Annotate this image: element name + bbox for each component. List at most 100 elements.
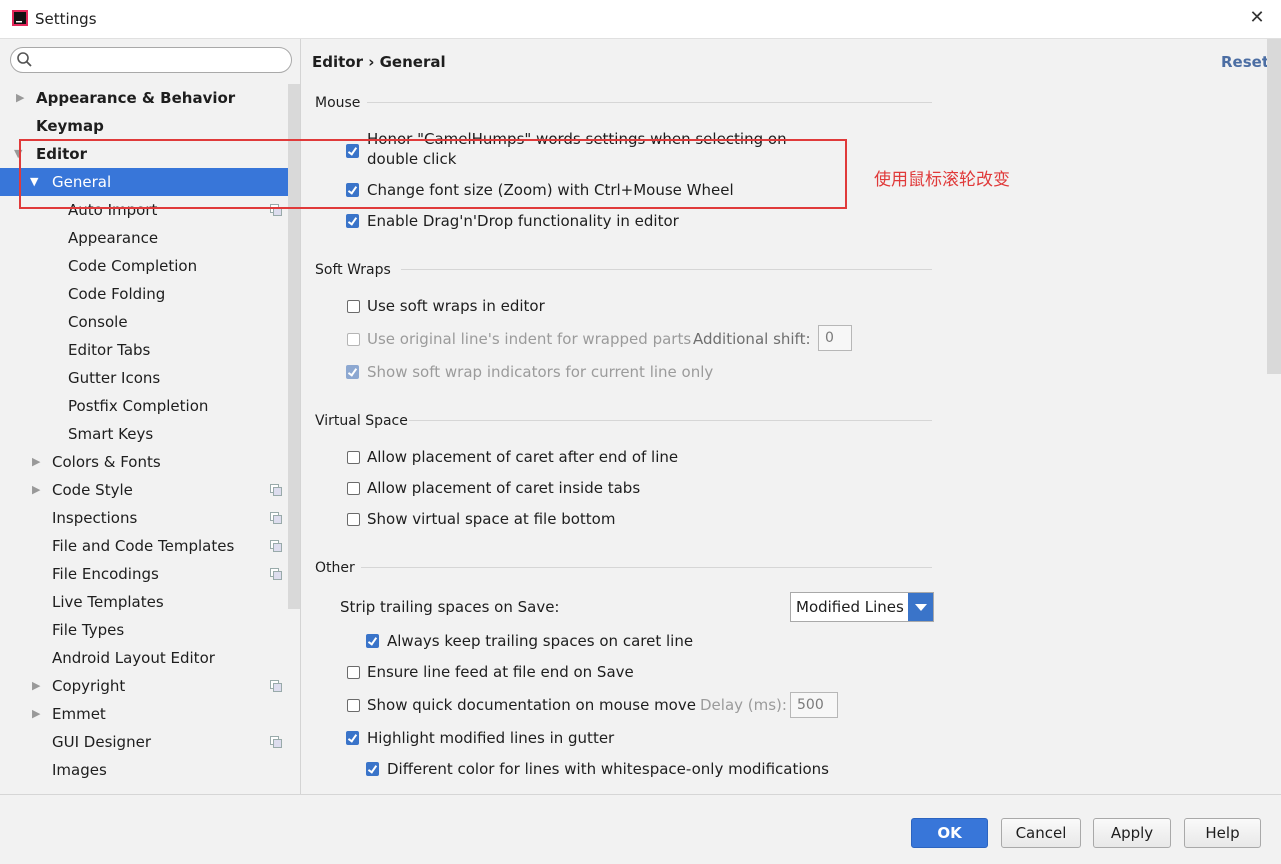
virtual-space-bottom-label: Show virtual space at file bottom bbox=[367, 510, 616, 528]
drag-drop-checkbox[interactable] bbox=[346, 214, 359, 228]
app-icon bbox=[12, 10, 28, 26]
line-feed-label: Ensure line feed at file end on Save bbox=[367, 663, 634, 681]
content-scrollbar[interactable] bbox=[1267, 39, 1281, 374]
sidebar-item-emmet[interactable]: ▶ Emmet bbox=[0, 700, 288, 728]
chevron-right-icon: ▶ bbox=[32, 679, 41, 692]
strip-trailing-value: Modified Lines bbox=[796, 598, 904, 616]
search-input[interactable] bbox=[10, 47, 292, 73]
window-title: Settings bbox=[35, 10, 97, 28]
sidebar-item-general[interactable]: ▼ General bbox=[0, 168, 300, 196]
copy-settings-icon bbox=[270, 204, 282, 216]
reset-link[interactable]: Reset bbox=[1221, 53, 1269, 71]
copy-settings-icon bbox=[270, 540, 282, 552]
wrap-indicators-label: Show soft wrap indicators for current li… bbox=[367, 363, 714, 381]
caret-after-end-label: Allow placement of caret after end of li… bbox=[367, 448, 679, 466]
sidebar-item-editor-tabs[interactable]: Editor Tabs bbox=[0, 336, 288, 364]
camelhumps-checkbox[interactable] bbox=[346, 144, 359, 158]
caret-inside-tabs-checkbox[interactable] bbox=[347, 482, 360, 495]
original-indent-label: Use original line's indent for wrapped p… bbox=[367, 330, 692, 348]
settings-content: Editor › General Reset Mouse Honor "Came… bbox=[301, 39, 1281, 794]
help-button[interactable]: Help bbox=[1184, 818, 1261, 848]
breadcrumb: Editor › General bbox=[312, 53, 446, 71]
sidebar-item-editor[interactable]: ▼ Editor bbox=[0, 140, 288, 168]
zoom-checkbox[interactable] bbox=[346, 183, 359, 197]
chevron-right-icon: ▶ bbox=[32, 483, 41, 496]
zoom-label: Change font size (Zoom) with Ctrl+Mouse … bbox=[367, 181, 734, 199]
delay-field[interactable]: 500 bbox=[790, 692, 838, 718]
sidebar-item-file-encodings[interactable]: File Encodings bbox=[0, 560, 288, 588]
ok-button[interactable]: OK bbox=[911, 818, 988, 848]
divider bbox=[361, 567, 932, 568]
delay-label: Delay (ms): bbox=[700, 696, 787, 714]
copy-settings-icon bbox=[270, 568, 282, 580]
sidebar-item-appearance-behavior[interactable]: ▶ Appearance & Behavior bbox=[0, 84, 288, 112]
annotation-text: 使用鼠标滚轮改变 bbox=[874, 170, 1010, 190]
highlight-modified-checkbox[interactable] bbox=[346, 731, 359, 745]
soft-wraps-checkbox[interactable] bbox=[347, 300, 360, 313]
chevron-right-icon: ▶ bbox=[32, 455, 41, 468]
copy-settings-icon bbox=[270, 512, 282, 524]
chevron-down-icon bbox=[908, 593, 933, 621]
whitespace-color-label: Different color for lines with whitespac… bbox=[387, 760, 830, 778]
sidebar-scrollbar[interactable] bbox=[288, 84, 300, 609]
sidebar-item-console[interactable]: Console bbox=[0, 308, 288, 336]
wrap-indicators-checkbox[interactable] bbox=[346, 365, 359, 379]
sidebar-item-copyright[interactable]: ▶ Copyright bbox=[0, 672, 288, 700]
section-title-other: Other bbox=[315, 560, 355, 576]
chevron-right-icon: ▶ bbox=[16, 91, 25, 104]
settings-sidebar: ▶ Appearance & Behavior Keymap ▼ Editor … bbox=[0, 39, 301, 794]
sidebar-item-gutter-icons[interactable]: Gutter Icons bbox=[0, 364, 288, 392]
strip-trailing-label: Strip trailing spaces on Save: bbox=[340, 598, 560, 616]
sidebar-item-auto-import[interactable]: Auto Import bbox=[0, 196, 288, 224]
sidebar-item-inspections[interactable]: Inspections bbox=[0, 504, 288, 532]
chevron-down-icon: ▼ bbox=[30, 175, 39, 188]
sidebar-item-code-folding[interactable]: Code Folding bbox=[0, 280, 288, 308]
sidebar-item-postfix-completion[interactable]: Postfix Completion bbox=[0, 392, 288, 420]
line-feed-checkbox[interactable] bbox=[347, 666, 360, 679]
copy-settings-icon bbox=[270, 680, 282, 692]
divider bbox=[409, 420, 932, 421]
sidebar-item-appearance[interactable]: Appearance bbox=[0, 224, 288, 252]
copy-settings-icon bbox=[270, 736, 282, 748]
strip-trailing-select[interactable]: Modified Lines bbox=[790, 592, 934, 622]
additional-shift-label: Additional shift: bbox=[693, 330, 811, 348]
caret-inside-tabs-label: Allow placement of caret inside tabs bbox=[367, 479, 641, 497]
sidebar-item-smart-keys[interactable]: Smart Keys bbox=[0, 420, 288, 448]
quick-doc-checkbox[interactable] bbox=[347, 699, 360, 712]
drag-drop-label: Enable Drag'n'Drop functionality in edit… bbox=[367, 212, 679, 230]
sidebar-item-code-style[interactable]: ▶ Code Style bbox=[0, 476, 288, 504]
search-icon bbox=[17, 52, 32, 67]
caret-after-end-checkbox[interactable] bbox=[347, 451, 360, 464]
keep-trailing-checkbox[interactable] bbox=[366, 634, 379, 648]
apply-button[interactable]: Apply bbox=[1093, 818, 1171, 848]
chevron-right-icon: ▶ bbox=[32, 707, 41, 720]
sidebar-item-colors-fonts[interactable]: ▶ Colors & Fonts bbox=[0, 448, 288, 476]
sidebar-item-android-layout-editor[interactable]: Android Layout Editor bbox=[0, 644, 288, 672]
sidebar-item-code-completion[interactable]: Code Completion bbox=[0, 252, 288, 280]
dialog-footer: OK Cancel Apply Help bbox=[0, 794, 1281, 864]
close-icon[interactable]: ✕ bbox=[1247, 8, 1267, 28]
divider bbox=[367, 102, 932, 103]
whitespace-color-checkbox[interactable] bbox=[366, 762, 379, 776]
title-bar: Settings ✕ bbox=[0, 0, 1281, 39]
virtual-space-bottom-checkbox[interactable] bbox=[347, 513, 360, 526]
cancel-button[interactable]: Cancel bbox=[1001, 818, 1081, 848]
section-title-soft-wraps: Soft Wraps bbox=[315, 262, 391, 278]
additional-shift-field[interactable]: 0 bbox=[818, 325, 852, 351]
section-title-virtual-space: Virtual Space bbox=[315, 413, 408, 429]
sidebar-item-file-types[interactable]: File Types bbox=[0, 616, 288, 644]
copy-settings-icon bbox=[270, 484, 282, 496]
camelhumps-label-1: Honor "CamelHumps" words settings when s… bbox=[367, 130, 787, 148]
sidebar-item-file-code-templates[interactable]: File and Code Templates bbox=[0, 532, 288, 560]
chevron-down-icon: ▼ bbox=[14, 147, 23, 160]
original-indent-checkbox[interactable] bbox=[347, 333, 360, 346]
soft-wraps-label: Use soft wraps in editor bbox=[367, 297, 545, 315]
sidebar-item-images[interactable]: Images bbox=[0, 756, 288, 784]
section-title-mouse: Mouse bbox=[315, 95, 361, 111]
sidebar-item-keymap[interactable]: Keymap bbox=[0, 112, 288, 140]
camelhumps-label-2: double click bbox=[367, 150, 457, 168]
sidebar-item-live-templates[interactable]: Live Templates bbox=[0, 588, 288, 616]
keep-trailing-label: Always keep trailing spaces on caret lin… bbox=[387, 632, 694, 650]
quick-doc-label: Show quick documentation on mouse move bbox=[367, 696, 696, 714]
sidebar-item-gui-designer[interactable]: GUI Designer bbox=[0, 728, 288, 756]
